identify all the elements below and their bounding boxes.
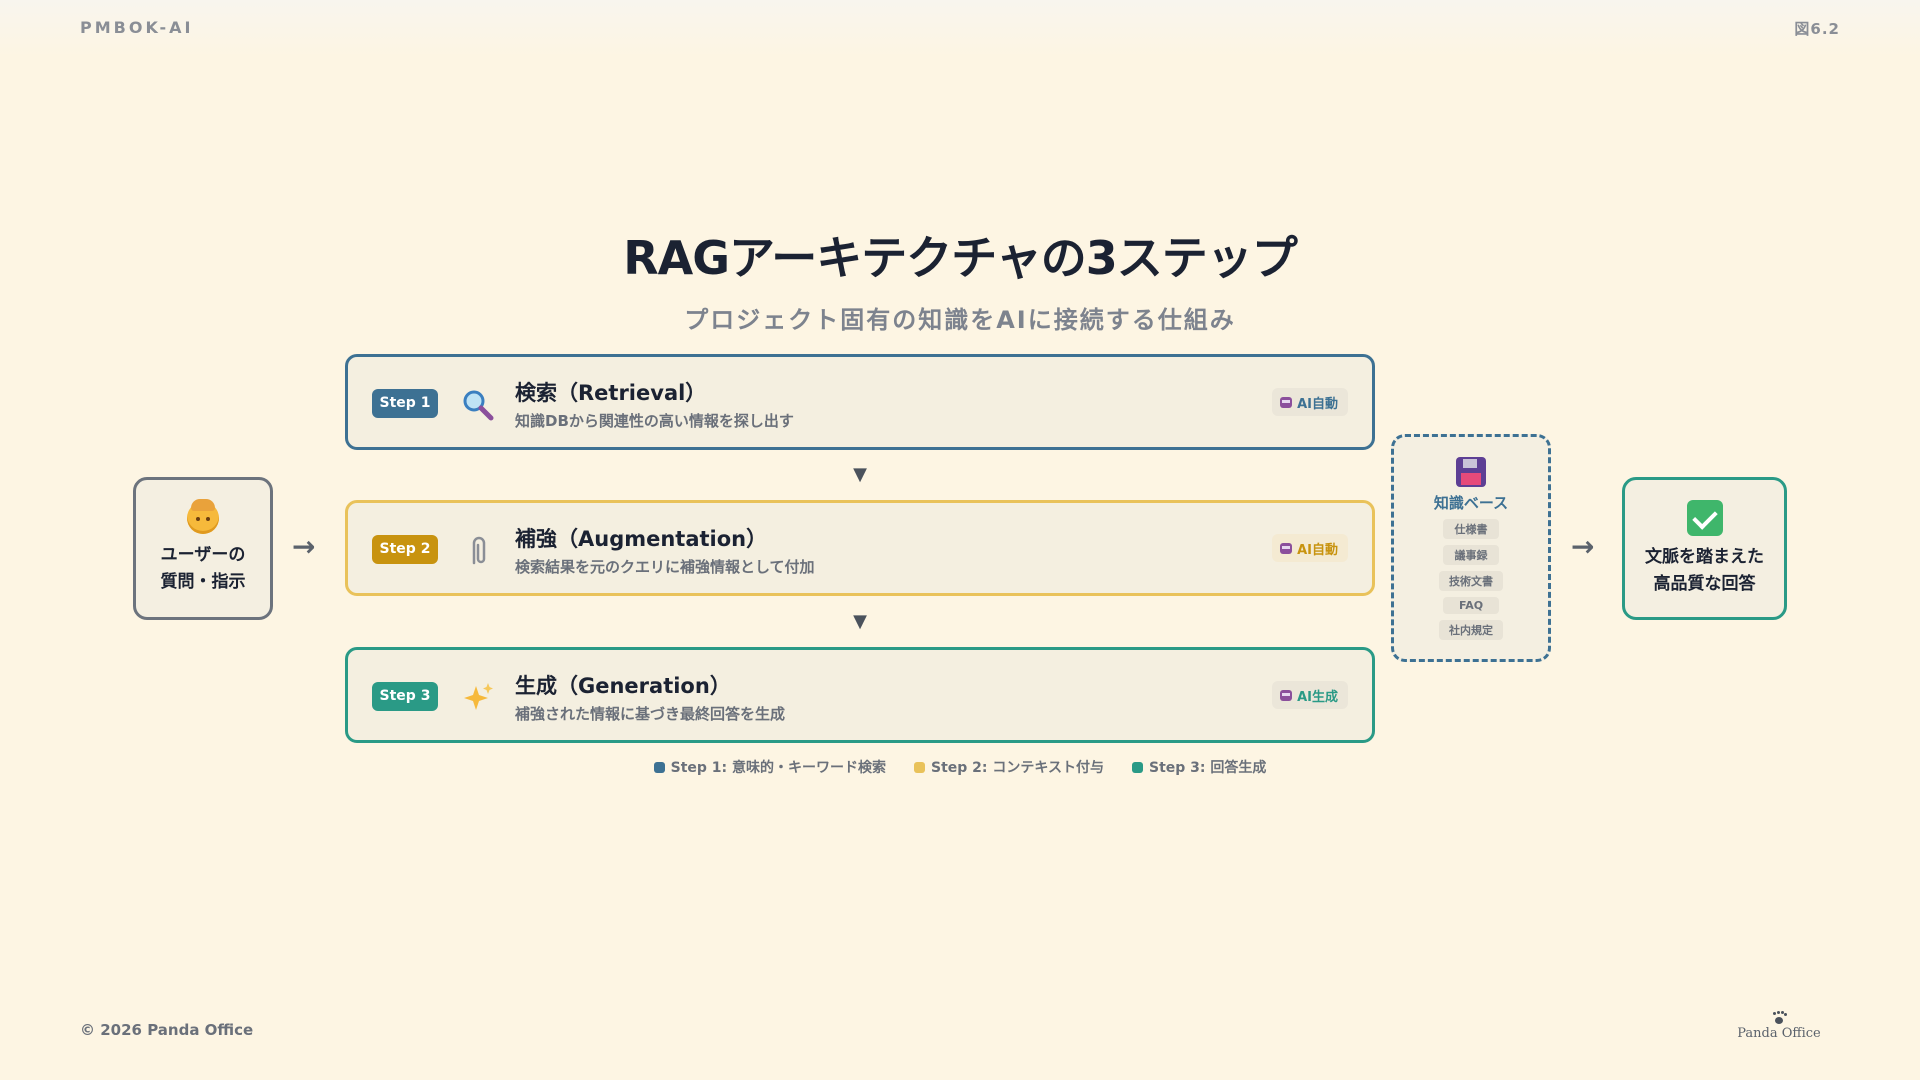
ai-tag-label: AI生成 <box>1297 689 1338 705</box>
kb-item: 技術文書 <box>1439 571 1503 591</box>
check-mark-icon <box>1686 499 1723 536</box>
legend-item: Step 2: コンテキスト付与 <box>914 757 1104 777</box>
step-title: 検索（Retrieval） <box>515 381 707 405</box>
kb-item: 社内規定 <box>1439 620 1503 640</box>
page-title: RAGアーキテクチャの3ステップ <box>623 231 1298 285</box>
arrow-down-icon: ▼ <box>853 464 867 485</box>
person-icon <box>187 498 219 534</box>
legend-swatch <box>653 761 665 773</box>
step-title: 生成（Generation） <box>515 674 731 698</box>
ai-tag: AI生成 <box>1272 681 1348 709</box>
step-title: 補強（Augmentation） <box>515 527 768 551</box>
arrow-right-icon: → <box>292 530 316 563</box>
kb-item: 議事録 <box>1443 545 1499 565</box>
kb-item: FAQ <box>1443 597 1499 614</box>
step-badge: Step 2 <box>372 535 438 564</box>
paperclip-icon <box>472 536 486 565</box>
logo-text: Panda Office <box>1737 1026 1821 1041</box>
knowledge-base-list: 仕様書 議事録 技術文書 FAQ 社内規定 <box>1439 519 1503 640</box>
legend-item: Step 3: 回答生成 <box>1131 757 1267 777</box>
magnifier-icon <box>463 390 494 421</box>
step-description: 知識DBから関連性の高い情報を探し出す <box>515 412 794 430</box>
legend-label: Step 1: 意味的・キーワード検索 <box>670 760 887 776</box>
copyright: © 2026 Panda Office <box>80 1021 254 1039</box>
step-card-generation: Step 3 生成（Generation） 補強された情報に基づき最終回答を生成… <box>345 647 1375 743</box>
step-card-augmentation: Step 2 補強（Augmentation） 検索結果を元のクエリに補強情報と… <box>345 500 1375 596</box>
ai-tag: AI自動 <box>1272 388 1348 416</box>
ai-tag-label: AI自動 <box>1297 396 1338 412</box>
knowledge-base-box: 知識ベース 仕様書 議事録 技術文書 FAQ 社内規定 <box>1391 434 1551 662</box>
top-bar <box>0 0 1920 56</box>
step-badge: Step 3 <box>372 682 438 711</box>
legend: Step 1: 意味的・キーワード検索 Step 2: コンテキスト付与 Ste… <box>0 757 1920 777</box>
step-description: 補強された情報に基づき最終回答を生成 <box>515 705 786 723</box>
sparkles-icon <box>464 683 493 710</box>
robot-icon <box>1280 396 1293 408</box>
arrow-right-icon: → <box>1571 530 1595 563</box>
knowledge-base-title: 知識ベース <box>1433 494 1509 512</box>
step-card-retrieval: Step 1 検索（Retrieval） 知識DBから関連性の高い情報を探し出す… <box>345 354 1375 450</box>
user-label-line2: 質問・指示 <box>160 571 246 592</box>
arrow-down-icon: ▼ <box>853 611 867 632</box>
step-description: 検索結果を元のクエリに補強情報として付加 <box>515 558 815 576</box>
paw-icon <box>1772 1012 1786 1024</box>
ai-tag-label: AI自動 <box>1297 542 1338 558</box>
robot-icon <box>1280 689 1293 701</box>
legend-swatch <box>1131 761 1143 773</box>
legend-item: Step 1: 意味的・キーワード検索 <box>653 757 887 777</box>
ai-tag: AI自動 <box>1272 534 1348 562</box>
legend-swatch <box>914 761 926 773</box>
figure-number: 図6.2 <box>1794 20 1840 38</box>
floppy-disk-icon <box>1456 457 1486 487</box>
panda-office-logo: Panda Office <box>1734 1012 1824 1041</box>
step-badge: Step 1 <box>372 389 438 418</box>
result-label-line2: 高品質な回答 <box>1653 573 1756 594</box>
page-subtitle: プロジェクト固有の知識をAIに接続する仕組み <box>684 306 1236 334</box>
kb-item: 仕様書 <box>1443 519 1499 539</box>
brand-label: PMBOK-AI <box>80 18 194 37</box>
result-label-line1: 文脈を踏まえた <box>1645 546 1764 567</box>
legend-label: Step 2: コンテキスト付与 <box>931 760 1104 776</box>
robot-icon <box>1280 542 1293 554</box>
user-label-line1: ユーザーの <box>160 544 246 565</box>
answer-result-box: 文脈を踏まえた 高品質な回答 <box>1622 477 1787 620</box>
user-question-box: ユーザーの 質問・指示 <box>133 477 273 620</box>
legend-label: Step 3: 回答生成 <box>1148 760 1267 776</box>
